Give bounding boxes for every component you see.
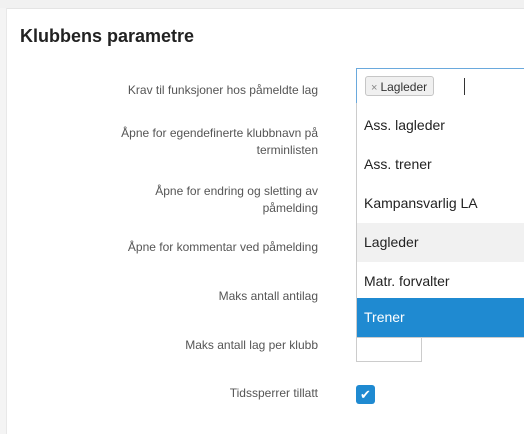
- tidssperrer-checkbox[interactable]: ✔: [356, 385, 375, 404]
- dropdown-option-ass-trener[interactable]: Ass. trener: [357, 145, 524, 184]
- label-line: påmelding: [262, 201, 318, 215]
- left-border: [0, 8, 7, 434]
- funksjoner-tag-input[interactable]: × Lagleder: [356, 68, 524, 104]
- field-label-maks-antilag: Maks antall antilag: [218, 289, 318, 303]
- field-label-maks-lag-per-klubb: Maks antall lag per klubb: [185, 338, 318, 352]
- field-label-endring-sletting: Åpne for endring og sletting av påmeldin…: [155, 183, 318, 217]
- field-label-krav-funksjoner: Krav til funksjoner hos påmeldte lag: [127, 83, 318, 97]
- tag-label: Lagleder: [380, 80, 428, 94]
- tag-lagleder: × Lagleder: [365, 76, 435, 96]
- dropdown-option-trener[interactable]: Trener: [357, 298, 524, 337]
- label-line: Åpne for endring og sletting av: [155, 184, 318, 198]
- label-line: terminlisten: [256, 143, 318, 157]
- checkmark-icon: ✔: [360, 387, 371, 402]
- funksjoner-dropdown: Ass. lagleder Ass. trener Kampansvarlig …: [356, 103, 524, 338]
- dropdown-option-ass-lagleder[interactable]: Ass. lagleder: [357, 106, 524, 145]
- dropdown-option-kampansvarlig-la[interactable]: Kampansvarlig LA: [357, 184, 524, 223]
- field-label-egendefinerte-klubbnavn: Åpne for egendefinerte klubbnavn på term…: [121, 125, 318, 159]
- label-line: Åpne for egendefinerte klubbnavn på: [121, 126, 318, 140]
- field-label-kommentar: Åpne for kommentar ved påmelding: [127, 240, 318, 254]
- dropdown-option-matr-forvalter[interactable]: Matr. forvalter: [357, 262, 524, 301]
- tag-remove-icon[interactable]: ×: [371, 82, 377, 94]
- section-title: Klubbens parametre: [20, 26, 195, 46]
- dropdown-option-lagleder[interactable]: Lagleder: [357, 223, 524, 262]
- field-label-tidssperrer: Tidssperrer tillatt: [229, 386, 318, 400]
- text-caret: [464, 78, 465, 95]
- top-border: [0, 0, 524, 9]
